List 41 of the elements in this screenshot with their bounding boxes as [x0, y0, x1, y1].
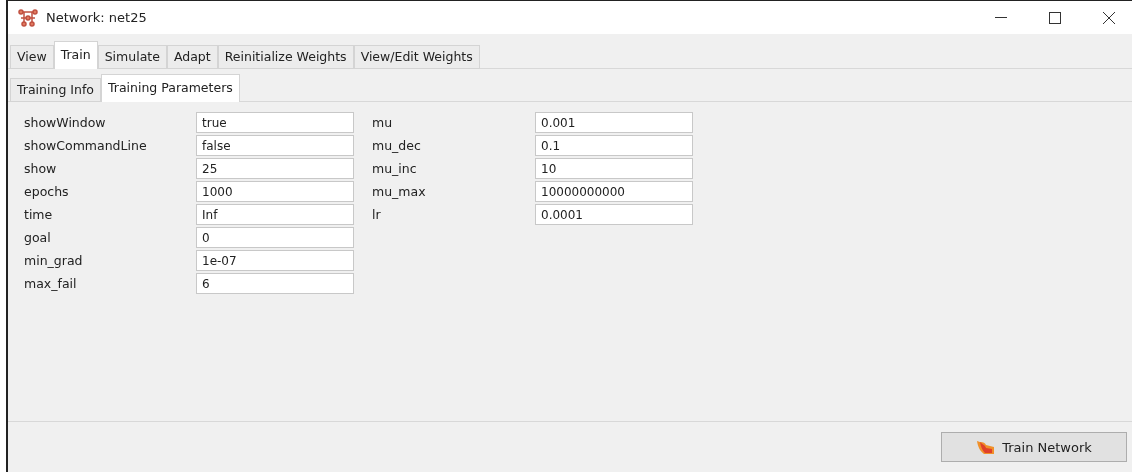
parameter-field[interactable]: 10 — [535, 158, 693, 179]
parameter-label: lr — [371, 206, 382, 224]
flame-icon — [976, 439, 997, 455]
parameter-label: mu_max — [371, 183, 427, 201]
parameter-field[interactable]: 1e-07 — [196, 250, 354, 271]
tab[interactable]: View/Edit Weights — [353, 45, 480, 69]
minimize-icon — [995, 16, 1007, 19]
parameter-label: showCommandLine — [23, 137, 148, 155]
parameter-field[interactable]: 10000000000 — [535, 181, 693, 202]
parameter-field[interactable]: 0.1 — [535, 135, 693, 156]
window-title: Network: net25 — [46, 10, 148, 25]
parameter-label: mu — [371, 114, 394, 132]
parameter-field[interactable]: false — [196, 135, 354, 156]
parameter-label: goal — [23, 229, 52, 247]
network-icon — [18, 8, 38, 27]
parameter-label: show — [23, 160, 58, 178]
tab[interactable]: Adapt — [166, 45, 218, 69]
parameter-label: epochs — [23, 183, 70, 201]
parameter-field[interactable]: 25 — [196, 158, 354, 179]
parameter-label: showWindow — [23, 114, 107, 132]
parameter-label: mu_dec — [371, 137, 422, 155]
parameter-field[interactable]: 6 — [196, 273, 354, 294]
maximize-icon — [1049, 11, 1061, 24]
parameter-label: time — [23, 206, 54, 224]
train-network-button[interactable]: Train Network — [941, 432, 1127, 462]
tab[interactable]: Reinitialize Weights — [217, 45, 354, 69]
parameter-label: max_fail — [23, 275, 78, 293]
parameter-field[interactable]: 0 — [196, 227, 354, 248]
parameter-label: mu_inc — [371, 160, 418, 178]
tab[interactable]: Train — [53, 41, 98, 69]
tab[interactable]: View — [10, 45, 54, 69]
parameter-label: min_grad — [23, 252, 84, 270]
parameter-field[interactable]: 1000 — [196, 181, 354, 202]
parameter-field[interactable]: true — [196, 112, 354, 133]
tab[interactable]: Simulate — [97, 45, 167, 69]
parameter-field[interactable]: Inf — [196, 204, 354, 225]
close-icon — [1103, 11, 1115, 24]
parameter-field[interactable]: 0.001 — [535, 112, 693, 133]
parameter-field[interactable]: 0.0001 — [535, 204, 693, 225]
tab[interactable]: Training Parameters — [100, 74, 240, 102]
tab[interactable]: Training Info — [10, 78, 101, 102]
